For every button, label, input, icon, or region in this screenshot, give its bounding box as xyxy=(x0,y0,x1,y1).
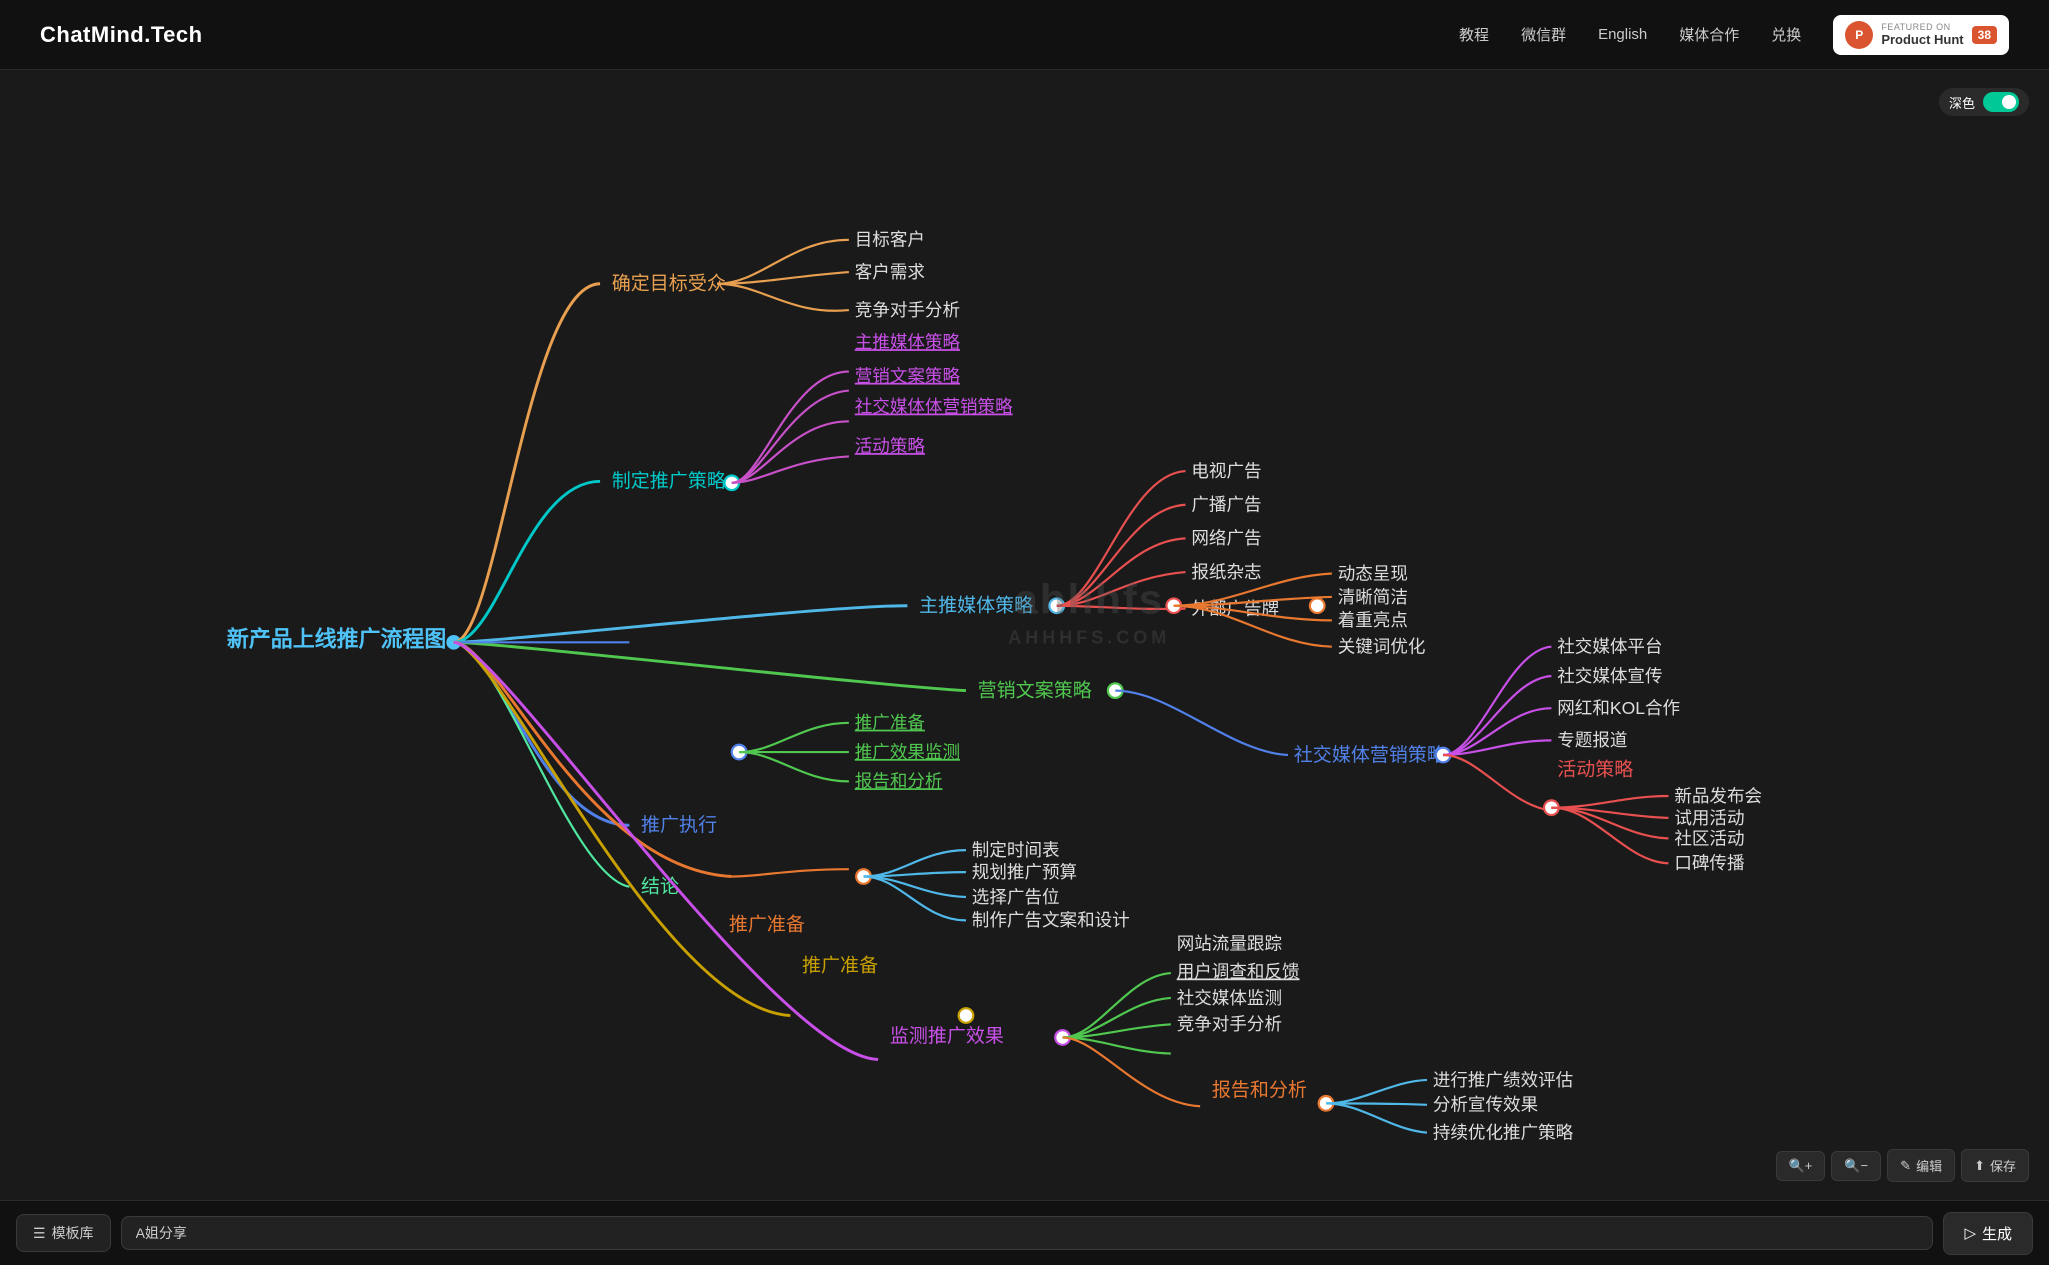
svg-text:社交媒体营销策略: 社交媒体营销策略 xyxy=(1294,744,1446,766)
nav: 教程 微信群 English 媒体合作 兑换 P FEATURED ON Pro… xyxy=(1459,15,2009,55)
svg-text:推广执行: 推广执行 xyxy=(641,814,717,836)
product-hunt-button[interactable]: P FEATURED ON Product Hunt 38 xyxy=(1833,15,2009,55)
svg-text:规划推广预算: 规划推广预算 xyxy=(972,862,1077,882)
svg-text:网红和KOL合作: 网红和KOL合作 xyxy=(1557,698,1680,718)
svg-text:社交媒体平台: 社交媒体平台 xyxy=(1557,637,1662,657)
svg-text:制定推广策略: 制定推广策略 xyxy=(612,470,726,492)
canvas-controls: 🔍+ 🔍− ✎ 编辑 ⬆ 保存 xyxy=(1776,1149,2029,1182)
mindmap-svg: 新产品上线推广流程图 确定目标受众 目标客户 客户需求 竞争对手分析 制定推广策… xyxy=(0,70,2049,1200)
product-hunt-count: 38 xyxy=(1972,26,1997,44)
logo: ChatMind.Tech xyxy=(40,22,203,48)
svg-text:着重亮点: 着重亮点 xyxy=(1338,610,1408,630)
svg-text:社交媒体体营销策略: 社交媒体体营销策略 xyxy=(855,397,1013,417)
prompt-input[interactable] xyxy=(121,1216,1934,1250)
root-node: 新产品上线推广流程图 xyxy=(227,627,446,652)
svg-text:主推媒体策略: 主推媒体策略 xyxy=(919,595,1033,617)
header: ChatMind.Tech 教程 微信群 English 媒体合作 兑换 P F… xyxy=(0,0,2049,70)
svg-text:动态呈现: 动态呈现 xyxy=(1338,563,1408,583)
nav-tutorial[interactable]: 教程 xyxy=(1459,24,1489,45)
svg-text:关键词优化: 关键词优化 xyxy=(1338,637,1426,657)
zoom-in-icon: 🔍+ xyxy=(1789,1158,1813,1174)
svg-text:报纸杂志: 报纸杂志 xyxy=(1191,562,1261,582)
svg-text:持续优化推广策略: 持续优化推广策略 xyxy=(1433,1122,1574,1142)
svg-text:广播广告: 广播广告 xyxy=(1191,495,1261,515)
save-button[interactable]: ⬆ 保存 xyxy=(1961,1149,2029,1182)
template-icon: ☰ xyxy=(33,1225,46,1242)
svg-text:结论: 结论 xyxy=(641,876,679,898)
svg-text:推广准备: 推广准备 xyxy=(729,914,805,936)
svg-text:主推媒体策略: 主推媒体策略 xyxy=(855,332,961,352)
dark-mode-switch[interactable] xyxy=(1983,92,2019,112)
svg-text:电视广告: 电视广告 xyxy=(1191,461,1261,481)
svg-text:报告和分析: 报告和分析 xyxy=(855,771,943,791)
svg-text:专题报道: 专题报道 xyxy=(1557,730,1627,750)
product-hunt-icon: P xyxy=(1845,21,1873,49)
svg-text:分析宣传效果: 分析宣传效果 xyxy=(1433,1095,1538,1115)
generate-button[interactable]: ▷ 生成 xyxy=(1943,1212,2033,1255)
svg-text:竞争对手分析: 竞争对手分析 xyxy=(855,300,960,320)
product-hunt-featured: FEATURED ON xyxy=(1881,22,1963,32)
svg-text:试用活动: 试用活动 xyxy=(1674,808,1744,828)
svg-text:新品发布会: 新品发布会 xyxy=(1674,786,1762,806)
nav-english[interactable]: English xyxy=(1598,26,1647,43)
svg-text:竞争对手分析: 竞争对手分析 xyxy=(1177,1014,1282,1034)
svg-text:营销文案策略: 营销文案策略 xyxy=(855,366,961,386)
dark-mode-toggle[interactable]: 深色 xyxy=(1939,88,2029,116)
edit-button[interactable]: ✎ 编辑 xyxy=(1887,1149,1955,1182)
svg-text:进行推广绩效评估: 进行推广绩效评估 xyxy=(1433,1070,1573,1090)
svg-text:网络广告: 网络广告 xyxy=(1191,528,1261,548)
save-icon: ⬆ xyxy=(1974,1158,1985,1174)
svg-text:营销文案策略: 营销文案策略 xyxy=(978,679,1092,701)
svg-text:清晰简洁: 清晰简洁 xyxy=(1338,587,1408,607)
svg-text:口碑传播: 口碑传播 xyxy=(1674,853,1745,873)
svg-text:社区活动: 社区活动 xyxy=(1674,828,1744,848)
dark-mode-label: 深色 xyxy=(1949,93,1975,112)
svg-text:目标客户: 目标客户 xyxy=(855,230,925,250)
svg-text:推广准备: 推广准备 xyxy=(802,955,878,977)
svg-text:用户调查和反馈: 用户调查和反馈 xyxy=(1177,961,1300,981)
svg-text:活动策略: 活动策略 xyxy=(855,436,926,456)
template-library-button[interactable]: ☰ 模板库 xyxy=(16,1214,111,1252)
svg-text:报告和分析: 报告和分析 xyxy=(1212,1079,1307,1101)
svg-text:制作广告文案和设计: 制作广告文案和设计 xyxy=(972,910,1130,930)
zoom-in-button[interactable]: 🔍+ xyxy=(1776,1151,1826,1181)
svg-text:社交媒体宣传: 社交媒体宣传 xyxy=(1557,666,1662,686)
svg-text:社交媒体监测: 社交媒体监测 xyxy=(1177,988,1282,1008)
svg-text:确定目标受众: 确定目标受众 xyxy=(612,273,726,295)
svg-text:监测推广效果: 监测推广效果 xyxy=(890,1025,1004,1047)
edit-icon: ✎ xyxy=(1900,1158,1911,1174)
nav-redeem[interactable]: 兑换 xyxy=(1771,24,1801,45)
svg-text:推广效果监测: 推广效果监测 xyxy=(855,742,960,762)
svg-text:推广准备: 推广准备 xyxy=(855,713,926,733)
nav-media[interactable]: 媒体合作 xyxy=(1679,24,1739,45)
mindmap-canvas[interactable]: 深色 ahhhfs AHHHFS.COM 新产品上线推广流程图 确定目标受众 目… xyxy=(0,70,2049,1200)
svg-text:制定时间表: 制定时间表 xyxy=(972,840,1060,860)
product-hunt-text: FEATURED ON Product Hunt xyxy=(1881,22,1963,47)
zoom-out-button[interactable]: 🔍− xyxy=(1831,1151,1881,1181)
zoom-out-icon: 🔍− xyxy=(1844,1158,1868,1174)
svg-text:客户需求: 客户需求 xyxy=(855,262,925,282)
product-hunt-name: Product Hunt xyxy=(1881,32,1963,47)
generate-icon: ▷ xyxy=(1964,1224,1976,1242)
svg-text:活动策略: 活动策略 xyxy=(1557,759,1633,781)
footer: ☰ 模板库 ▷ 生成 xyxy=(0,1200,2049,1265)
svg-text:网站流量跟踪: 网站流量跟踪 xyxy=(1177,934,1282,954)
nav-wechat[interactable]: 微信群 xyxy=(1521,24,1566,45)
svg-text:选择广告位: 选择广告位 xyxy=(972,887,1060,907)
